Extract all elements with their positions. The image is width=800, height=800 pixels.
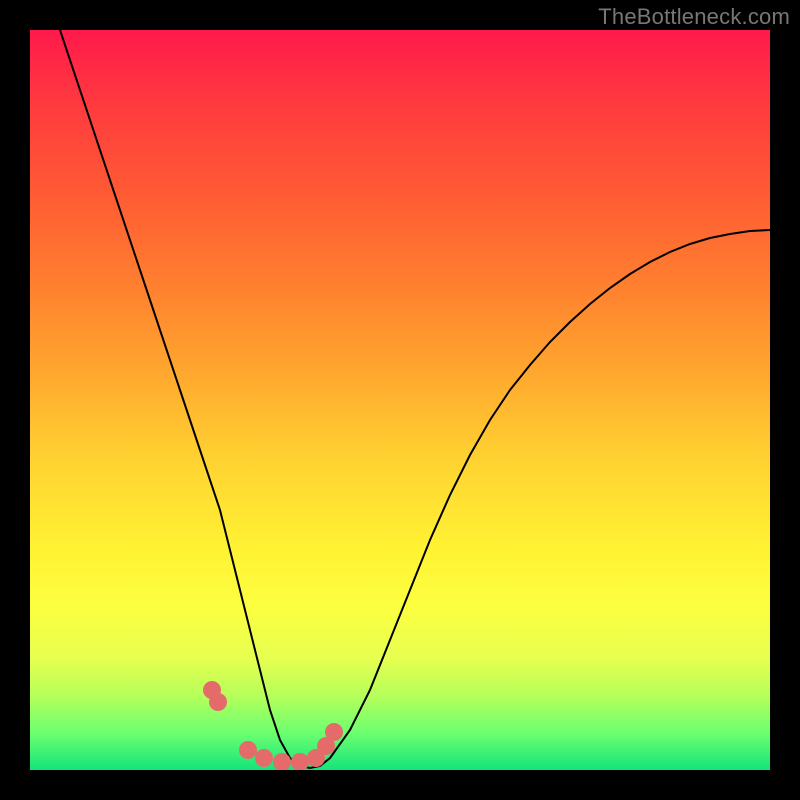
bottleneck-curve-path (60, 30, 770, 768)
valley-marker (255, 749, 273, 767)
valley-marker (325, 723, 343, 741)
valley-markers-group (203, 681, 343, 770)
valley-marker (209, 693, 227, 711)
chart-frame: TheBottleneck.com (0, 0, 800, 800)
valley-marker (291, 753, 309, 770)
valley-marker (239, 741, 257, 759)
plot-area (30, 30, 770, 770)
watermark-text: TheBottleneck.com (598, 4, 790, 30)
curve-svg (30, 30, 770, 770)
